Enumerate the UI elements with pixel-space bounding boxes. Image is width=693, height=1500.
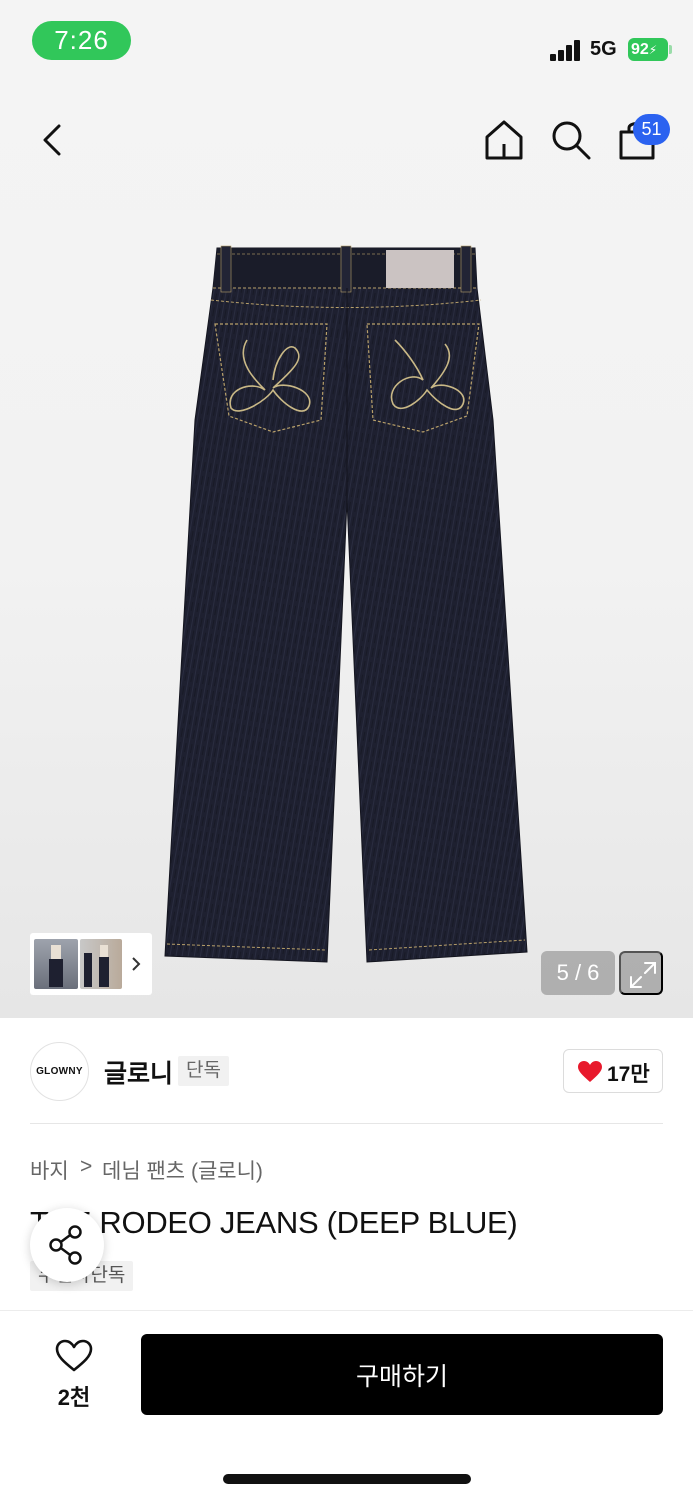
battery-icon: 92⚡ xyxy=(628,38,668,61)
status-time: 7:26 xyxy=(32,21,131,60)
image-counter: 5 / 6 xyxy=(541,951,615,995)
expand-icon xyxy=(630,962,656,988)
divider xyxy=(30,1123,663,1124)
heart-outline-icon xyxy=(55,1339,93,1372)
chevron-left-icon xyxy=(43,124,61,156)
chevron-right-icon[interactable] xyxy=(129,956,143,972)
share-icon xyxy=(49,1225,82,1265)
breadcrumb-separator: > xyxy=(80,1155,93,1178)
battery-nub xyxy=(669,45,672,54)
wishlist-count: 2천 xyxy=(57,1385,91,1410)
network-type: 5G xyxy=(590,38,617,60)
thumbnail-image[interactable] xyxy=(34,939,78,989)
expand-button[interactable] xyxy=(619,951,663,995)
breadcrumb-category[interactable]: 바지 xyxy=(30,1155,69,1185)
search-button[interactable] xyxy=(547,116,595,164)
back-button[interactable] xyxy=(32,118,76,162)
product-image-jeans[interactable] xyxy=(155,240,540,975)
signal-icon xyxy=(550,39,582,61)
thumbnail-image[interactable] xyxy=(80,939,122,989)
home-indicator xyxy=(223,1474,471,1484)
home-icon xyxy=(485,120,523,160)
thumbnail-model xyxy=(49,945,63,987)
battery-level: 92 xyxy=(631,41,649,58)
home-button[interactable] xyxy=(480,116,528,164)
buy-button[interactable]: 구매하기 xyxy=(141,1334,663,1415)
search-icon xyxy=(552,121,591,160)
brand-name[interactable]: 글로니 xyxy=(104,1054,173,1090)
share-button[interactable] xyxy=(30,1208,104,1282)
breadcrumb-subcategory[interactable]: 데님 팬츠 (글로니) xyxy=(102,1155,263,1185)
cart-count-badge: 51 xyxy=(633,114,670,145)
status-bar: 7:26 5G 92⚡ xyxy=(0,0,693,84)
brand-logo[interactable]: GLOWNY xyxy=(30,1042,89,1101)
brand-like-count: 17만 xyxy=(607,1063,650,1086)
exclusive-badge: 단독 xyxy=(178,1056,229,1086)
heart-filled-icon xyxy=(578,1061,602,1082)
brand-like-button[interactable]: 17만 xyxy=(563,1049,663,1093)
thumbnail-model xyxy=(84,945,109,987)
